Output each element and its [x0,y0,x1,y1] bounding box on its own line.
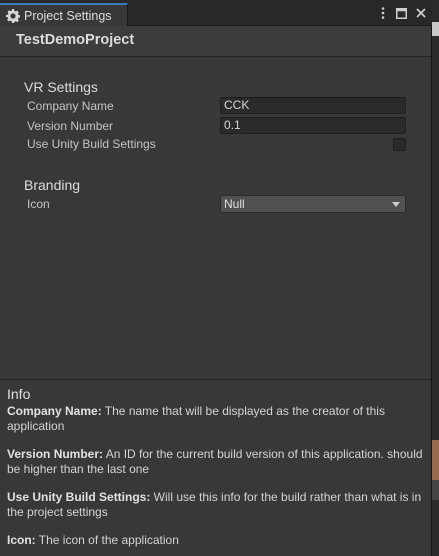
info-term: Company Name: [7,404,102,418]
project-header: TestDemoProject [0,26,431,57]
project-title: TestDemoProject [16,32,135,48]
icon-dropdown[interactable]: Null [220,195,406,213]
info-description: The icon of the application [35,533,179,547]
info-item-icon: Icon: The icon of the application [7,533,424,548]
icon-dropdown-value: Null [224,197,245,211]
version-number-field[interactable]: 0.1 [220,117,406,134]
background-scene-block [432,22,439,36]
company-name-label: Company Name [27,99,114,113]
gear-icon [6,8,20,23]
tab-title: Project Settings [24,8,112,23]
icon-label: Icon [27,197,50,211]
vr-settings-heading: VR Settings [24,79,98,95]
info-term: Use Unity Build Settings: [7,490,151,504]
info-term: Version Number: [7,447,104,461]
company-name-field[interactable]: CCK [220,97,406,114]
window-controls [377,5,426,21]
project-settings-window: Project Settings TestDemoProject VR Sett… [0,0,432,556]
info-item-use-unity-build-settings: Use Unity Build Settings: Will use this … [7,490,424,520]
use-unity-build-settings-checkbox[interactable] [393,138,406,151]
branding-heading: Branding [24,177,81,193]
info-term: Icon: [7,533,36,547]
version-number-label: Version Number [27,119,114,133]
info-panel: Info Company Name: The name that will be… [0,379,431,556]
info-item-company-name: Company Name: The name that will be disp… [7,404,424,434]
maximize-icon[interactable] [396,6,407,20]
settings-panel: VR Settings Company Name CCK Version Num… [0,57,431,379]
background-scene-block [432,440,439,480]
chevron-down-icon [392,202,400,207]
more-options-icon[interactable] [377,6,388,20]
tab-project-settings[interactable]: Project Settings [0,3,128,26]
info-heading: Info [7,386,31,402]
close-icon[interactable] [415,6,426,20]
background-scene-block [432,480,439,500]
tab-bar: Project Settings [0,0,432,26]
info-item-version-number: Version Number: An ID for the current bu… [7,447,424,477]
background-scene-edge [432,0,439,556]
use-unity-build-settings-label: Use Unity Build Settings [27,137,156,151]
